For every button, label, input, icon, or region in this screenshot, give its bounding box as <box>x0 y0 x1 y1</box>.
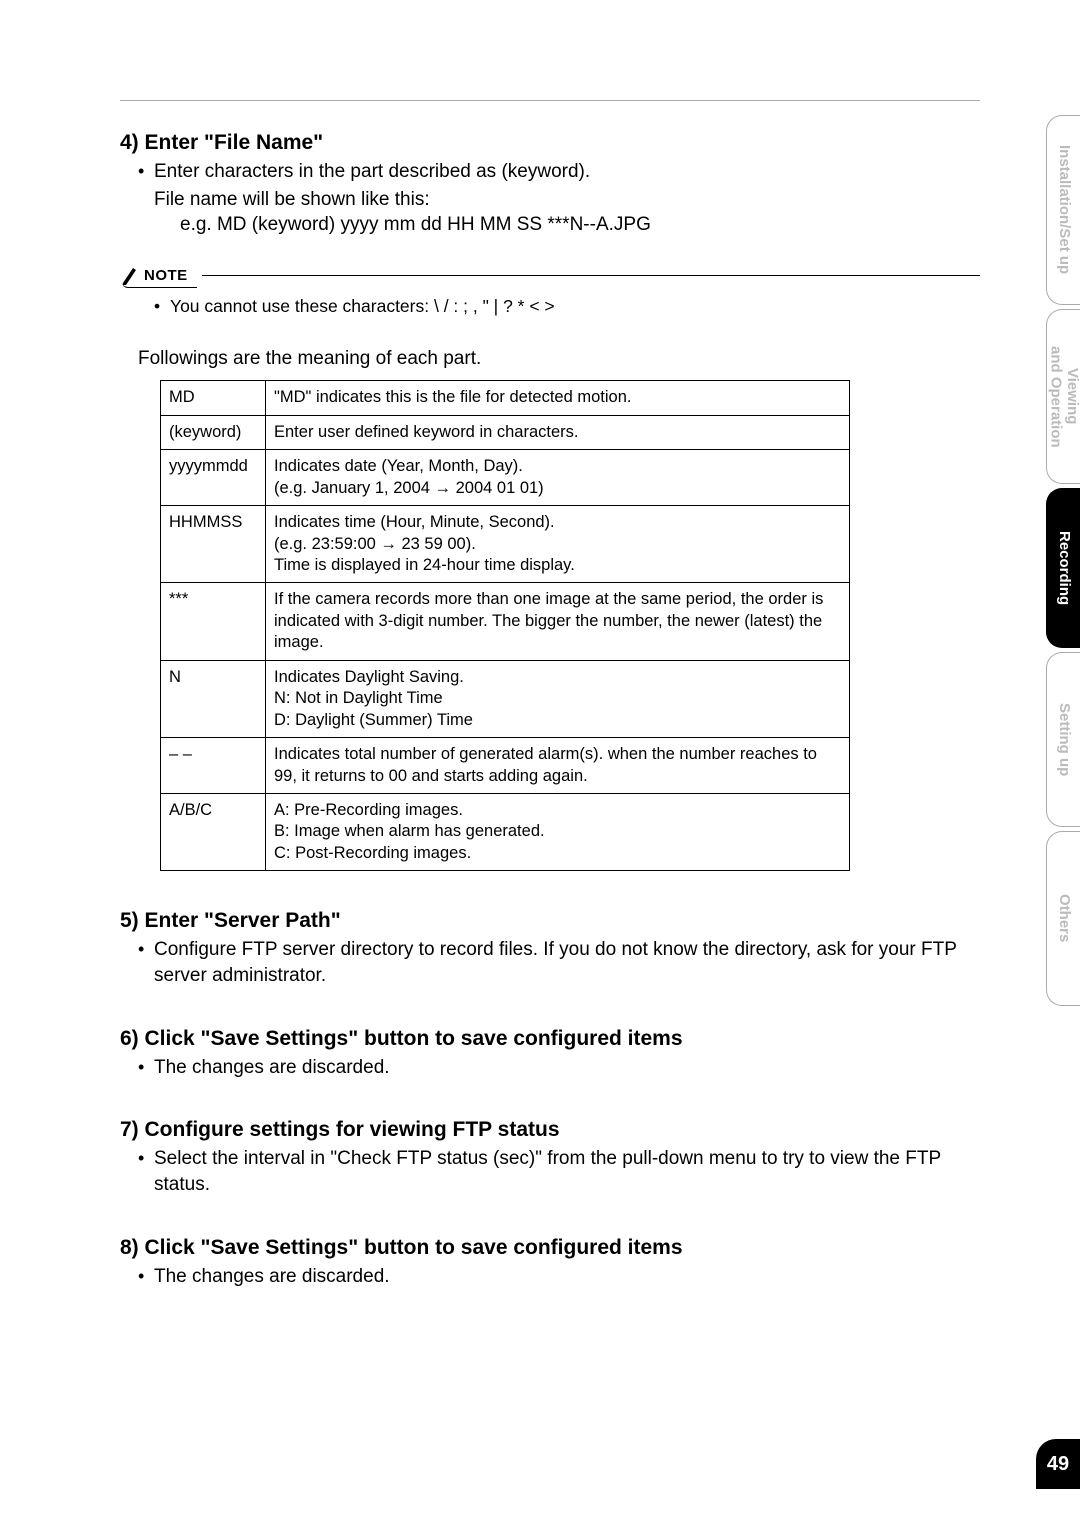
section-7: 7) Configure settings for viewing FTP st… <box>120 1118 980 1197</box>
table-row: NIndicates Daylight Saving.N: Not in Day… <box>161 660 850 737</box>
table-value: Indicates date (Year, Month, Day).(e.g. … <box>266 450 850 506</box>
table-value: Indicates time (Hour, Minute, Second).(e… <box>266 506 850 583</box>
filename-parts-table: MD"MD" indicates this is the file for de… <box>160 380 850 871</box>
table-key: *** <box>161 583 266 660</box>
tab-recording[interactable]: Recording <box>1046 488 1080 648</box>
table-value: If the camera records more than one imag… <box>266 583 850 660</box>
note-label: NOTE <box>144 267 188 284</box>
table-value: Indicates total number of generated alar… <box>266 738 850 794</box>
note-bullet: You cannot use these characters: \ / : ;… <box>120 294 980 319</box>
table-value: "MD" indicates this is the file for dete… <box>266 381 850 415</box>
followings-text: Followings are the meaning of each part. <box>120 348 980 370</box>
section-8: 8) Click "Save Settings" button to save … <box>120 1236 980 1290</box>
section-8-bullet: The changes are discarded. <box>120 1264 980 1290</box>
section-5: 5) Enter "Server Path" Configure FTP ser… <box>120 909 980 988</box>
table-value: Enter user defined keyword in characters… <box>266 415 850 449</box>
section-4-heading: 4) Enter "File Name" <box>120 131 980 155</box>
table-key: MD <box>161 381 266 415</box>
table-row: HHMMSSIndicates time (Hour, Minute, Seco… <box>161 506 850 583</box>
table-key: HHMMSS <box>161 506 266 583</box>
section-6: 6) Click "Save Settings" button to save … <box>120 1027 980 1081</box>
section-7-heading: 7) Configure settings for viewing FTP st… <box>120 1118 980 1142</box>
table-key: – – <box>161 738 266 794</box>
table-row: yyyymmddIndicates date (Year, Month, Day… <box>161 450 850 506</box>
section-4-line-2: File name will be shown like this: <box>120 187 980 213</box>
section-5-heading: 5) Enter "Server Path" <box>120 909 980 933</box>
note-divider <box>202 275 980 276</box>
tab-setting[interactable]: Setting up <box>1046 652 1080 827</box>
table-row: (keyword)Enter user defined keyword in c… <box>161 415 850 449</box>
table-value: Indicates Daylight Saving.N: Not in Dayl… <box>266 660 850 737</box>
section-5-bullet: Configure FTP server directory to record… <box>120 937 980 988</box>
section-4-line-3: e.g. MD (keyword) yyyy mm dd HH MM SS **… <box>120 212 980 238</box>
table-value: A: Pre-Recording images.B: Image when al… <box>266 793 850 870</box>
section-4-bullet-1: Enter characters in the part described a… <box>120 159 980 185</box>
section-6-heading: 6) Click "Save Settings" button to save … <box>120 1027 980 1051</box>
table-row: A/B/CA: Pre-Recording images.B: Image wh… <box>161 793 850 870</box>
top-divider <box>120 100 980 101</box>
section-7-bullet: Select the interval in "Check FTP status… <box>120 1146 980 1197</box>
note-header: NOTE <box>120 266 980 286</box>
table-key: (keyword) <box>161 415 266 449</box>
table-key: N <box>161 660 266 737</box>
tab-installation[interactable]: Installation/Set up <box>1046 115 1080 305</box>
table-row: – –Indicates total number of generated a… <box>161 738 850 794</box>
section-4: 4) Enter "File Name" Enter characters in… <box>120 131 980 238</box>
section-6-bullet: The changes are discarded. <box>120 1055 980 1081</box>
side-tabs: Installation/Set up Viewingand Operation… <box>1046 115 1080 1010</box>
table-row: ***If the camera records more than one i… <box>161 583 850 660</box>
table-row: MD"MD" indicates this is the file for de… <box>161 381 850 415</box>
table-key: A/B/C <box>161 793 266 870</box>
manual-page: 4) Enter "File Name" Enter characters in… <box>0 0 1080 1529</box>
page-number: 49 <box>1036 1439 1080 1489</box>
tab-viewing[interactable]: Viewingand Operation <box>1046 309 1080 484</box>
note-block: NOTE You cannot use these characters: \ … <box>120 266 980 319</box>
section-8-heading: 8) Click "Save Settings" button to save … <box>120 1236 980 1260</box>
tab-others[interactable]: Others <box>1046 831 1080 1006</box>
table-key: yyyymmdd <box>161 450 266 506</box>
